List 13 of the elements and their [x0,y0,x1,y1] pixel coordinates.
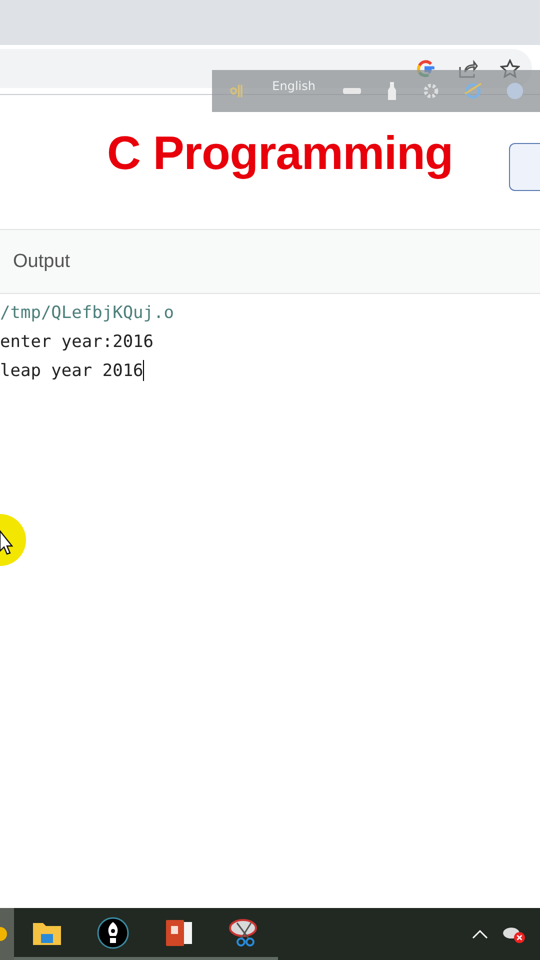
cursor-highlight-icon [0,513,26,567]
console-line: leap year 2016 [0,360,144,380]
page-title: C Programming [106,124,453,180]
output-label: Output [13,250,70,272]
slides-app-icon[interactable] [164,918,194,948]
header-button[interactable] [509,143,540,191]
keyboard-icon[interactable] [342,86,362,96]
chevron-up-icon[interactable] [472,929,488,939]
console-line: /tmp/QLefbjKQuj.o [0,302,174,322]
pen-nib-icon[interactable] [97,916,129,948]
bottle-icon[interactable] [386,81,398,101]
language-selector[interactable]: English [270,79,318,103]
console-line: enter year:2016 [0,332,154,352]
